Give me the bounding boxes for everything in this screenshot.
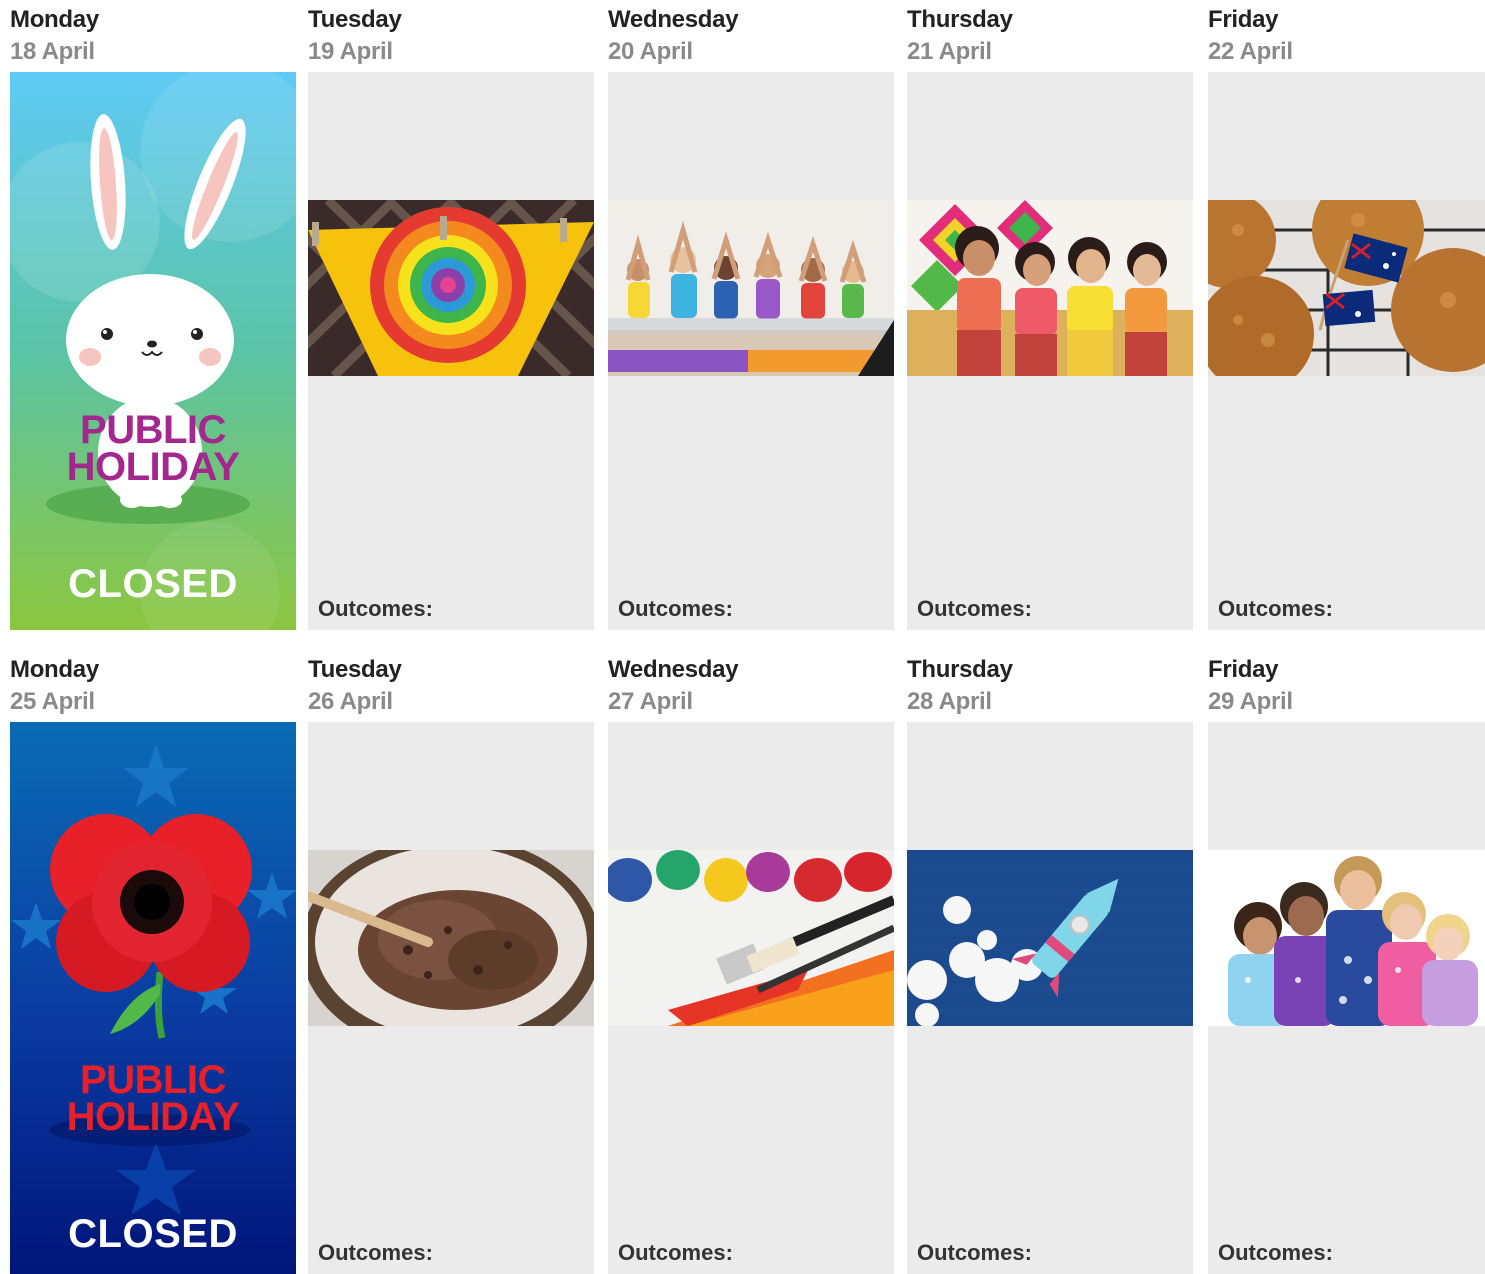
day-name: Thursday (907, 6, 1013, 33)
outcomes-label: Outcomes: (318, 596, 433, 621)
outcomes-label: Outcomes: (917, 596, 1032, 621)
outcomes-label: Outcomes: (318, 1240, 433, 1265)
holiday-title-line1: PUBLIC (80, 1058, 226, 1102)
activity-panel: Outcomes: (308, 722, 594, 1274)
activity-panel: Outcomes: (907, 72, 1193, 630)
day-date: 21 April (907, 38, 992, 65)
chocolate-dough-image (308, 850, 594, 1026)
kids-yoga-image (608, 200, 894, 376)
day-date: 25 April (10, 688, 95, 715)
holiday-title: PUBLIC HOLIDAY (10, 1058, 296, 1139)
day-name: Wednesday (608, 656, 739, 683)
holiday-title-line1: PUBLIC (80, 408, 226, 452)
public-holiday-banner: PUBLIC HOLIDAY CLOSED (10, 722, 296, 1274)
day-date: 26 April (308, 688, 393, 715)
day-name: Friday (1208, 6, 1279, 33)
day-name: Wednesday (608, 6, 739, 33)
holiday-title-line2: HOLIDAY (66, 1095, 240, 1139)
day-name: Monday (10, 6, 99, 33)
day-name: Thursday (907, 656, 1013, 683)
day-name: Tuesday (308, 6, 402, 33)
activity-panel: Outcomes: (608, 722, 894, 1274)
day-date: 29 April (1208, 688, 1293, 715)
closed-label: CLOSED (68, 1212, 238, 1256)
day-date: 20 April (608, 38, 693, 65)
day-date: 22 April (1208, 38, 1293, 65)
outcomes-label: Outcomes: (1218, 1240, 1333, 1265)
rocket-craft-image (907, 850, 1193, 1026)
poppy-icon (10, 722, 296, 1274)
activity-panel: Outcomes: (1208, 72, 1485, 630)
outcomes-label: Outcomes: (917, 1240, 1032, 1265)
day-date: 28 April (907, 688, 992, 715)
day-name: Friday (1208, 656, 1279, 683)
kids-festival-image (907, 200, 1193, 376)
activity-panel: Outcomes: (608, 72, 894, 630)
anzac-biscuits-image (1208, 200, 1485, 376)
day-name: Monday (10, 656, 99, 683)
closed-label: CLOSED (68, 562, 238, 606)
holiday-title-line2: HOLIDAY (66, 445, 240, 489)
outcomes-label: Outcomes: (618, 596, 733, 621)
bunny-icon (10, 72, 296, 630)
paint-brush-image (608, 850, 894, 1026)
outcomes-label: Outcomes: (618, 1240, 733, 1265)
activity-panel: Outcomes: (1208, 722, 1485, 1274)
day-date: 18 April (10, 38, 95, 65)
activity-panel: Outcomes: (907, 722, 1193, 1274)
day-date: 27 April (608, 688, 693, 715)
kids-pyjamas-image (1208, 850, 1485, 1026)
activity-panel: Outcomes: (308, 72, 594, 630)
tie-dye-cloth-image (308, 200, 594, 376)
outcomes-label: Outcomes: (1218, 596, 1333, 621)
day-date: 19 April (308, 38, 393, 65)
holiday-title: PUBLIC HOLIDAY (10, 408, 296, 489)
public-holiday-banner: PUBLIC HOLIDAY CLOSED (10, 72, 296, 630)
day-name: Tuesday (308, 656, 402, 683)
